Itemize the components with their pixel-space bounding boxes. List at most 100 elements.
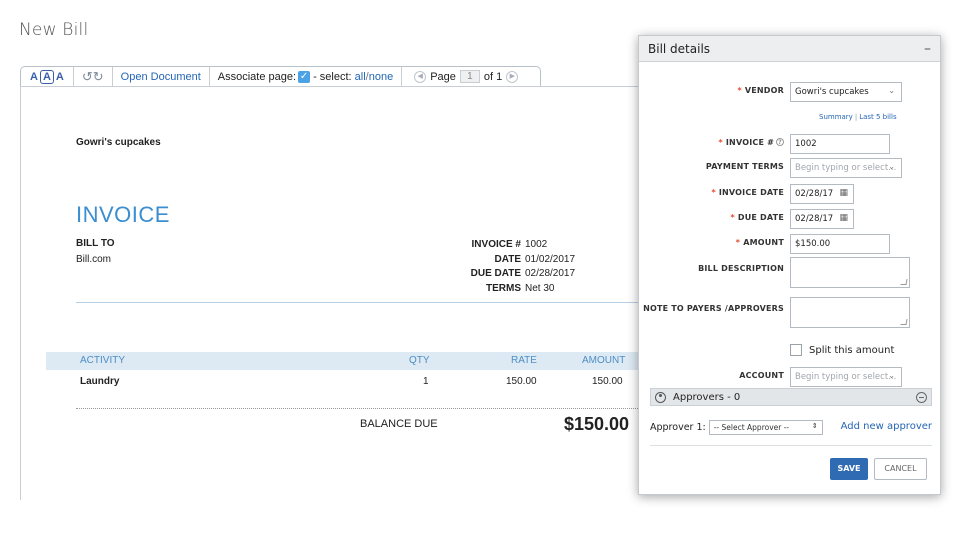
- calendar-icon[interactable]: ▦: [839, 213, 848, 223]
- meta-row: DUE DATE 02/28/2017: [446, 267, 575, 282]
- vendor-links: Summary | Last 5 bills: [819, 113, 897, 121]
- split-amount-label: Split this amount: [809, 344, 895, 356]
- document-toolbar: A A A ↺ ↻ Open Document Associate page: …: [20, 66, 542, 86]
- chevron-down-icon: ⌄: [888, 371, 895, 380]
- due-date-label-text: DUE DATE: [737, 213, 784, 222]
- account-placeholder: Begin typing or select...: [795, 372, 897, 382]
- page-number-input[interactable]: 1: [459, 70, 480, 83]
- payment-terms-select[interactable]: Begin typing or select... ⌄: [790, 158, 902, 178]
- invoice-document: Gowri's cupcakes INVOICE BILL TO Bill.co…: [46, 108, 640, 500]
- save-button[interactable]: SAVE: [830, 458, 868, 480]
- approvers-header-left: Approvers - 0: [655, 391, 741, 403]
- approver-1-placeholder: -- Select Approver --: [713, 422, 790, 432]
- due-date-row: * DUE DATE 02/28/17 ▦: [639, 209, 942, 229]
- meta-row: INVOICE # 1002: [446, 238, 575, 253]
- vendor-value: Gowri's cupcakes: [795, 87, 869, 97]
- cancel-button[interactable]: CANCEL: [874, 458, 927, 480]
- bill-description-label: BILL DESCRIPTION: [698, 264, 784, 273]
- due-date-input[interactable]: 02/28/17 ▦: [790, 209, 854, 229]
- add-new-approver-link[interactable]: Add new approver: [841, 421, 932, 432]
- meta-value: 02/28/2017: [525, 268, 576, 279]
- meta-value: 01/02/2017: [525, 253, 576, 265]
- rotate-left-icon[interactable]: ↺: [82, 69, 93, 85]
- next-page-icon[interactable]: ▶: [506, 70, 519, 83]
- footer-divider: [650, 445, 932, 446]
- amount-row: * AMOUNT $150.00: [639, 234, 942, 254]
- meta-key: DATE: [494, 253, 521, 265]
- rotate-right-icon[interactable]: ↻: [93, 69, 104, 85]
- col-qty: QTY: [409, 355, 430, 366]
- summary-link[interactable]: Summary: [819, 113, 853, 121]
- chevron-down-icon: ⌄: [888, 86, 895, 95]
- invoice-date-label-text: INVOICE DATE: [718, 188, 784, 197]
- bill-description-textarea[interactable]: [790, 257, 910, 288]
- open-document-link[interactable]: Open Document: [121, 71, 201, 83]
- balance-due-label: BALANCE DUE: [360, 418, 438, 430]
- approvers-section-header[interactable]: Approvers - 0: [650, 388, 932, 406]
- panel-title: Bill details: [648, 41, 711, 56]
- account-select[interactable]: Begin typing or select... ⌄: [790, 367, 902, 387]
- meta-key: TERMS: [486, 282, 521, 294]
- cell-qty: 1: [423, 376, 429, 387]
- amount-label: * AMOUNT: [736, 238, 784, 247]
- split-amount-checkbox[interactable]: [790, 344, 802, 356]
- open-document-segment: Open Document: [113, 67, 210, 86]
- meta-row: TERMS Net 30: [446, 282, 575, 297]
- panel-header: Bill details –: [639, 36, 940, 62]
- invoice-date-value: 02/28/17: [795, 189, 834, 199]
- approvers-count: Approvers - 0: [673, 391, 741, 403]
- amount-input[interactable]: $150.00: [790, 234, 890, 254]
- vendor-select[interactable]: Gowri's cupcakes ⌄: [790, 82, 902, 102]
- cell-activity: Laundry: [80, 376, 120, 387]
- font-size-small-button[interactable]: A: [30, 71, 38, 83]
- invoice-company-name: Gowri's cupcakes: [76, 137, 161, 148]
- font-size-medium-button[interactable]: A: [39, 69, 54, 84]
- required-marker: *: [737, 86, 742, 95]
- note-label: NOTE TO PAYERS /APPROVERS: [643, 304, 784, 313]
- page-navigation: ◀ Page 1 of 1 ▶: [402, 67, 540, 86]
- chevron-down-icon: ⌄: [888, 162, 895, 171]
- last-5-bills-link[interactable]: Last 5 bills: [859, 113, 896, 121]
- meta-row: DATE 01/02/2017: [446, 253, 576, 268]
- prev-page-icon[interactable]: ◀: [414, 70, 427, 83]
- page-of-label: of 1: [483, 70, 503, 83]
- rotate-controls: ↺ ↻: [74, 67, 113, 86]
- select-prefix: - select:: [313, 70, 352, 83]
- col-activity: ACTIVITY: [80, 355, 126, 366]
- help-icon[interactable]: ?: [776, 138, 784, 146]
- dotted-divider: [76, 408, 640, 409]
- balance-due-value: $150.00: [564, 414, 630, 434]
- note-textarea[interactable]: [790, 297, 910, 328]
- vendor-row: * VENDOR Gowri's cupcakes ⌄: [639, 82, 942, 102]
- meta-key: DUE DATE: [470, 268, 521, 279]
- required-marker: *: [735, 238, 741, 247]
- select-none-link[interactable]: none: [369, 71, 393, 83]
- meta-value: Net 30: [525, 282, 555, 294]
- invoice-date-input[interactable]: 02/28/17 ▦: [790, 184, 854, 204]
- calendar-icon[interactable]: ▦: [839, 188, 848, 198]
- required-marker: *: [730, 213, 735, 222]
- font-size-large-button[interactable]: A: [56, 71, 64, 83]
- due-date-label: * DUE DATE: [730, 213, 784, 222]
- col-amount: AMOUNT: [582, 355, 626, 366]
- approver-1-select[interactable]: -- Select Approver -- ⇕: [708, 419, 823, 435]
- select-all-link[interactable]: all: [355, 71, 366, 83]
- vendor-label: * VENDOR: [737, 86, 784, 95]
- split-amount: Split this amount: [790, 344, 894, 356]
- invoice-title: INVOICE: [76, 202, 170, 227]
- associate-page-checkbox[interactable]: ✓: [298, 70, 311, 83]
- meta-key: INVOICE #: [471, 239, 521, 250]
- minimize-icon[interactable]: –: [924, 41, 931, 57]
- person-icon: [655, 391, 666, 403]
- select-arrows-icon: ⇕: [811, 421, 818, 430]
- due-date-value: 02/28/17: [795, 214, 834, 224]
- associate-page-label: Associate page:: [217, 70, 297, 83]
- page-label: Page: [430, 70, 456, 83]
- bill-to-label: BILL TO: [76, 238, 115, 249]
- cell-amount: 150.00: [592, 376, 623, 387]
- link-separator: |: [854, 113, 858, 121]
- font-size-controls: A A A: [21, 67, 74, 86]
- payment-terms-placeholder: Begin typing or select...: [795, 163, 897, 173]
- invoice-number-input[interactable]: 1002: [790, 134, 890, 154]
- collapse-icon[interactable]: [916, 391, 927, 403]
